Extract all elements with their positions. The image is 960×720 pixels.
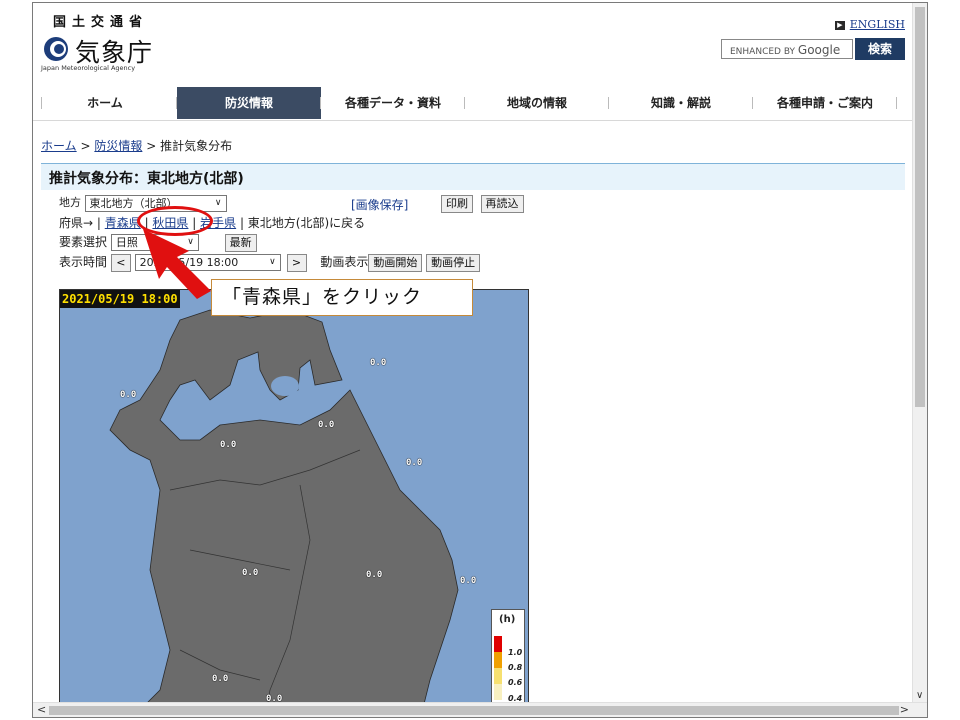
chevron-down-icon: ∨ [269,257,276,267]
breadcrumb-bosai[interactable]: 防災情報 [94,139,142,153]
save-image-link[interactable]: [画像保存] [351,196,408,213]
region-label: 地方 [59,196,81,209]
site-logo-subtitle: Japan Meteorological Agency [41,64,136,72]
page-title: 推計気象分布：東北地方(北部) [41,163,905,190]
breadcrumb-current: 推計気象分布 [160,139,233,153]
time-label: 表示時間 [59,255,108,269]
time-row: 表示時間 < 2021/05/19 18:00 ∨ > 動画表示 動画開始 動画停止 [59,253,481,272]
legend-swatch [494,668,502,684]
map-value: 0.0 [212,674,229,684]
map-value: 0.0 [406,458,423,468]
map-value: 0.0 [460,576,477,586]
nav-application[interactable]: 各種申請・ご案内 [753,87,897,119]
print-button-wrap: 印刷 再読込 [441,195,524,213]
map-value: 0.0 [242,568,259,578]
scrollbar-thumb[interactable] [915,7,925,407]
nav-data[interactable]: 各種データ・資料 [321,87,465,119]
legend-swatch [494,636,502,652]
english-link[interactable]: ▶ ENGLISH [834,18,905,31]
map-value: 0.0 [220,440,237,450]
tohoku-land-shape [60,309,459,717]
global-nav: ホーム 防災情報 各種データ・資料 地域の情報 知識・解説 各種申請・ご案内 [33,87,913,119]
nav-region[interactable]: 地域の情報 [465,87,609,119]
legend-label: 1.0 [508,648,523,657]
prev-time-button[interactable]: < [110,253,131,272]
vertical-scrollbar[interactable]: ∨ [912,3,927,703]
scrollbar-thumb[interactable] [49,706,899,715]
animation-stop-button[interactable]: 動画停止 [426,253,481,272]
element-label: 要素選択 [59,235,108,249]
animation-label: 動画表示 [320,255,369,269]
ministry-name: 国土交通省 [53,15,149,30]
horizontal-scrollbar[interactable]: < > [33,702,927,717]
jma-logo-icon [44,37,68,61]
legend-unit: (h) [499,614,516,625]
map-value: 0.0 [120,390,137,400]
next-time-button[interactable]: > [286,253,307,272]
chevron-down-icon: ∨ [214,197,222,208]
nav-home[interactable]: ホーム [33,87,177,119]
nav-knowledge[interactable]: 知識・解説 [609,87,753,119]
animation-start-button[interactable]: 動画開始 [368,253,423,272]
search-input[interactable]: ENHANCED BY Google [721,39,853,59]
legend-swatch [494,652,502,668]
estimated-weather-map[interactable]: 2021/05/19 18:00 0.0 0.0 0.0 0.0 0.0 0.0… [59,289,529,717]
chevron-down-icon[interactable]: ∨ [916,690,923,701]
instruction-callout: 「青森県」をクリック [211,279,473,316]
site-header: 国土交通省 気象庁 Japan Meteorological Agency ▶ E… [33,3,913,121]
back-to-region-text: 東北地方(北部)に戻る [247,216,366,230]
search-button[interactable]: 検索 [855,38,905,60]
prefecture-label: 府県→ [59,216,94,230]
nav-bosai[interactable]: 防災情報 [177,87,321,119]
reload-button[interactable]: 再読込 [480,195,524,213]
breadcrumb-home[interactable]: ホーム [41,139,77,153]
legend-swatch [494,684,502,700]
print-button[interactable]: 印刷 [441,195,473,213]
map-value: 0.0 [318,420,335,430]
breadcrumb: ホーム > 防災情報 > 推計気象分布 [41,139,233,153]
arrow-right-icon: ▶ [834,20,845,30]
legend-label: 0.8 [508,663,523,672]
browser-window: 国土交通省 気象庁 Japan Meteorological Agency ▶ E… [32,2,928,718]
map-value: 0.0 [370,358,387,368]
chevron-right-icon[interactable]: > [900,703,909,716]
legend-label: 0.6 [508,678,523,687]
region-row: 地方 東北地方（北部） ∨ [59,194,227,212]
map-value: 0.0 [366,570,383,580]
chevron-left-icon[interactable]: < [37,703,46,716]
